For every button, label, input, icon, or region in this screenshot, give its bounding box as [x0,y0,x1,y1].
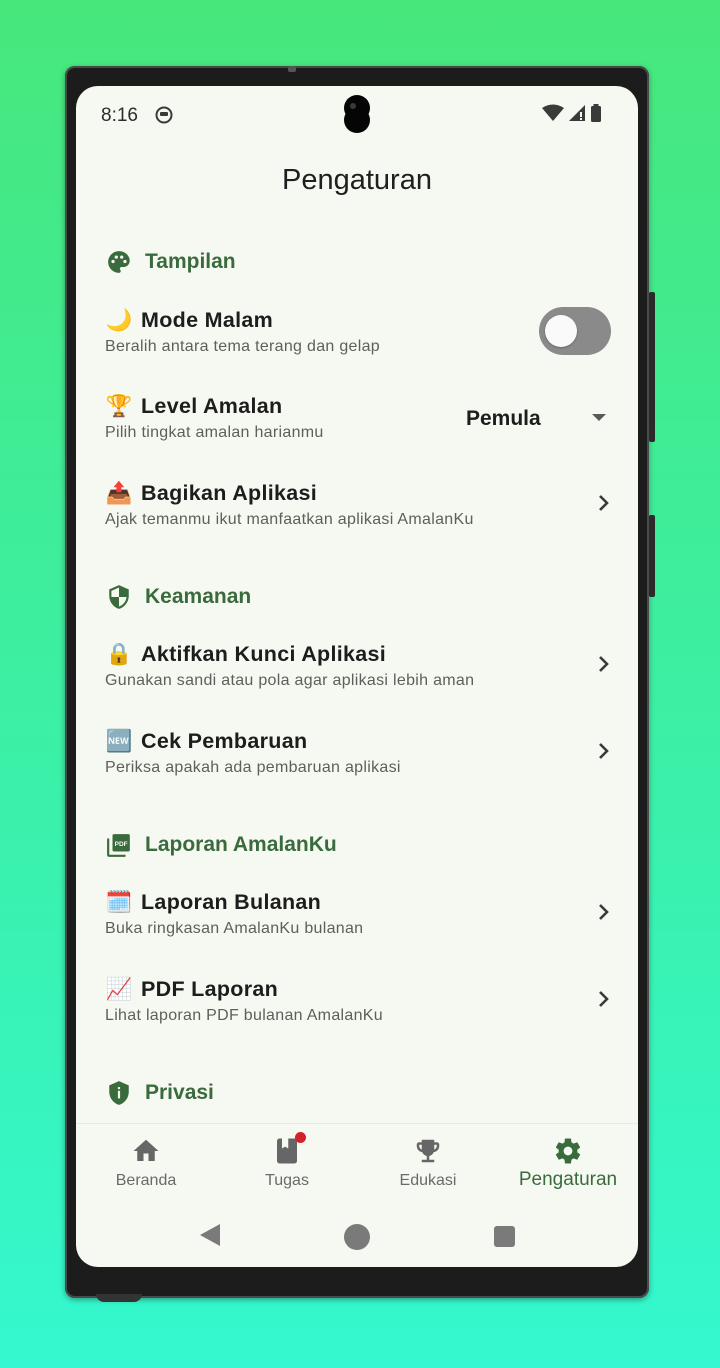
chevron-right-icon [591,987,615,1011]
page-title: Pengaturan [282,164,432,196]
setting-title-row: 📈 PDF Laporan [105,977,278,1002]
bottom-navigation: Beranda Tugas Edukasi Pengaturan [76,1123,638,1211]
svg-text:PDF: PDF [115,841,128,848]
level-dropdown[interactable]: Pemula [466,404,606,434]
status-icons [542,104,602,127]
section-label: Privasi [145,1081,214,1104]
setting-subtitle: Buka ringkasan AmalanKu bulanan [105,920,364,937]
new-badge-icon: 🆕 [105,729,133,753]
setting-pdf-laporan[interactable]: 📈 PDF Laporan Lihat laporan PDF bulanan A… [105,977,615,1047]
section-label: Keamanan [145,585,252,608]
setting-title-row: 🔒 Aktifkan Kunci Aplikasi [105,642,386,667]
section-header-privasi: Privasi [105,1079,214,1107]
nav-tab-tugas[interactable]: Tugas [217,1132,357,1206]
gear-icon [553,1136,583,1166]
chevron-right-icon [591,491,615,515]
camera-cutout [339,94,375,134]
nav-tab-beranda[interactable]: Beranda [76,1136,216,1206]
status-time: 8:16 [101,105,138,126]
lock-icon: 🔒 [105,642,133,666]
nav-tab-edukasi[interactable]: Edukasi [358,1136,498,1206]
toggle-knob [545,315,577,347]
setting-title: PDF Laporan [141,977,279,1001]
shield-icon [105,583,133,611]
setting-subtitle: Beralih antara tema terang dan gelap [105,338,380,355]
moon-icon: 🌙 [105,308,133,332]
setting-title: Laporan Bulanan [141,890,322,914]
setting-title-row: 📤 Bagikan Aplikasi [105,481,317,506]
setting-mode-malam[interactable]: 🌙 Mode Malam Beralih antara tema terang d… [105,308,615,378]
setting-subtitle: Lihat laporan PDF bulanan AmalanKu [105,1007,383,1024]
system-navigation-bar [76,1211,638,1267]
setting-title-row: 🗓️ Laporan Bulanan [105,890,321,915]
nav-label: Edukasi [399,1172,457,1189]
notification-badge [295,1132,306,1143]
home-button-icon[interactable] [344,1224,370,1250]
setting-subtitle: Pilih tingkat amalan harianmu [105,424,324,441]
setting-subtitle: Gunakan sandi atau pola agar aplikasi le… [105,672,475,689]
setting-title: Bagikan Aplikasi [141,481,318,505]
setting-bagikan-aplikasi[interactable]: 📤 Bagikan Aplikasi Ajak temanmu ikut manf… [105,481,615,551]
chevron-right-icon [591,739,615,763]
dark-mode-toggle[interactable] [539,307,611,355]
home-icon [131,1136,161,1166]
signal-icon [568,104,586,127]
pdf-icon: PDF [105,831,133,859]
setting-laporan-bulanan[interactable]: 🗓️ Laporan Bulanan Buka ringkasan AmalanK… [105,890,615,960]
section-header-tampilan: Tampilan [105,248,236,276]
privacy-shield-icon [105,1079,133,1107]
status-bar: 8:16 [76,86,638,142]
chevron-right-icon [591,652,615,676]
nav-label: Tugas [265,1172,309,1189]
setting-title: Mode Malam [141,308,274,332]
power-button [649,515,655,597]
setting-title: Level Amalan [141,394,283,418]
notification-icon [155,106,173,124]
trophy-icon [413,1136,443,1166]
setting-title: Cek Pembaruan [141,729,308,753]
volume-button [649,292,655,442]
section-label: Tampilan [145,250,236,273]
battery-icon [590,104,602,127]
setting-kunci-aplikasi[interactable]: 🔒 Aktifkan Kunci Aplikasi Gunakan sandi a… [105,642,615,712]
caret-down-icon [592,414,606,421]
wifi-icon [542,104,564,127]
setting-title: Aktifkan Kunci Aplikasi [141,642,387,666]
section-header-keamanan: Keamanan [105,583,251,611]
calendar-icon: 🗓️ [105,890,133,914]
section-label: Laporan AmalanKu [145,833,337,856]
setting-title-row: 🌙 Mode Malam [105,308,273,333]
book-icon [272,1132,306,1166]
level-dropdown-value: Pemula [466,407,541,430]
phone-top-detail [288,66,296,72]
palette-icon [105,248,133,276]
setting-title-row: 🆕 Cek Pembaruan [105,729,307,754]
nav-tab-pengaturan[interactable]: Pengaturan [498,1136,638,1206]
chevron-right-icon [591,900,615,924]
nav-label: Beranda [115,1172,177,1189]
setting-title-row: 🏆 Level Amalan [105,394,282,419]
recents-icon[interactable] [494,1226,515,1247]
screen: 8:16 Pengaturan Tampilan 🌙 Mode Malam Be… [76,86,638,1267]
setting-subtitle: Periksa apakah ada pembaruan aplikasi [105,759,401,776]
trophy-emoji-icon: 🏆 [105,394,133,418]
setting-cek-pembaruan[interactable]: 🆕 Cek Pembaruan Periksa apakah ada pembar… [105,729,615,799]
phone-bottom-detail [96,1294,142,1302]
section-header-laporan: PDF Laporan AmalanKu [105,831,337,859]
nav-label: Pengaturan [518,1169,618,1190]
setting-subtitle: Ajak temanmu ikut manfaatkan aplikasi Am… [105,511,474,528]
back-icon[interactable] [198,1223,222,1247]
chart-up-icon: 📈 [105,977,133,1001]
outbox-icon: 📤 [105,481,133,505]
